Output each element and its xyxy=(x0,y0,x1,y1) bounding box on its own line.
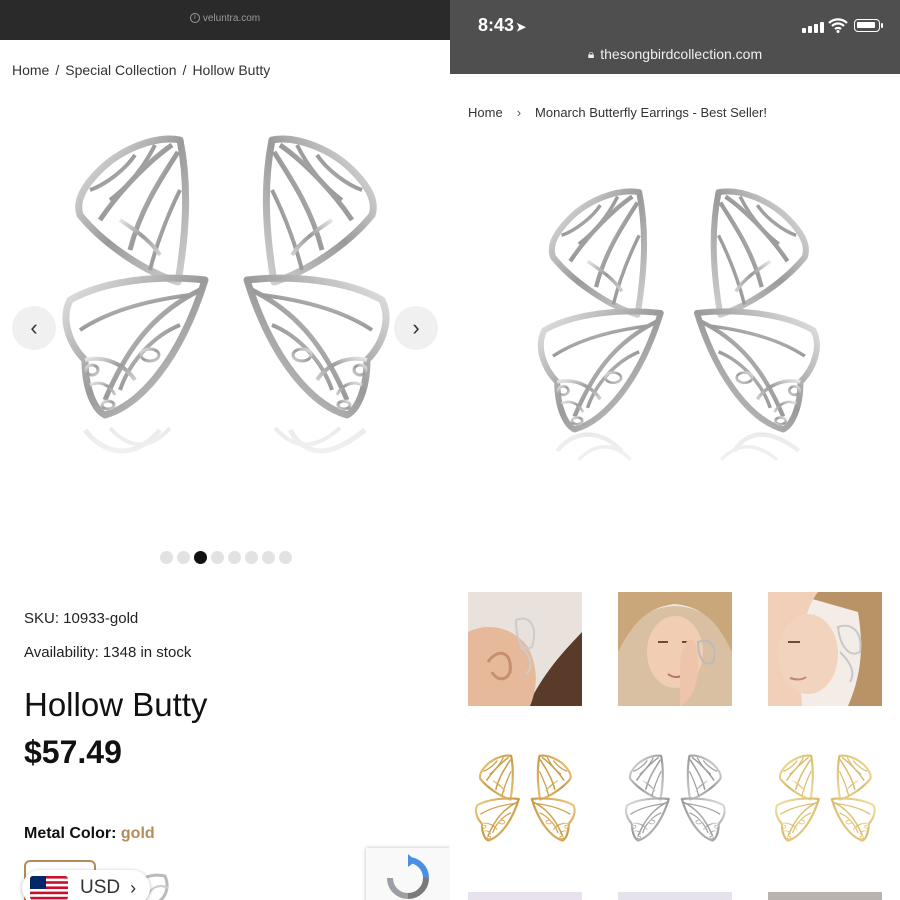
carousel-dot[interactable] xyxy=(279,551,292,564)
address-bar[interactable]: i veluntra.com xyxy=(0,0,450,40)
metal-color-prefix: Metal Color: xyxy=(24,825,117,842)
wifi-icon xyxy=(828,18,848,33)
status-bar: 8:43 ➤ xyxy=(450,0,900,40)
address-bar[interactable]: 🔒︎ thesongbirdcollection.com xyxy=(450,40,900,74)
currency-code: USD xyxy=(80,877,121,898)
thumb-row3-2[interactable] xyxy=(618,892,732,900)
breadcrumb-current: Monarch Butterfly Earrings - Best Seller… xyxy=(535,105,767,120)
address-url: veluntra.com xyxy=(202,12,261,24)
breadcrumb: Home / Special Collection / Hollow Butty xyxy=(12,62,274,78)
carousel-dot[interactable] xyxy=(262,551,275,564)
thumb-gold-light-earrings[interactable] xyxy=(768,742,882,856)
carousel-next-button[interactable]: › xyxy=(394,306,438,350)
breadcrumb-separator: › xyxy=(516,105,522,120)
breadcrumb-home[interactable]: Home xyxy=(468,105,503,120)
lock-icon: 🔒︎ xyxy=(587,46,595,61)
chevron-left-icon: ‹ xyxy=(30,315,38,340)
currency-selector[interactable]: USD › xyxy=(22,870,150,900)
product-image[interactable] xyxy=(508,175,848,520)
location-arrow-icon: ➤ xyxy=(516,20,527,34)
breadcrumb: Home › Monarch Butterfly Earrings - Best S… xyxy=(468,105,767,120)
thumb-model-hand-face[interactable] xyxy=(618,592,732,706)
us-flag-icon xyxy=(30,876,68,900)
metal-color-label: Metal Color: gold xyxy=(24,825,155,843)
carousel-dot[interactable] xyxy=(177,551,190,564)
chevron-right-icon: › xyxy=(412,315,420,340)
battery-icon xyxy=(854,19,883,32)
address-url: thesongbirdcollection.com xyxy=(600,46,763,62)
thumb-model-profile[interactable] xyxy=(768,592,882,706)
carousel-dot[interactable] xyxy=(228,551,241,564)
info-icon: i xyxy=(189,13,200,23)
right-phone-pane: 8:43 ➤ 🔒︎ thesongbirdcollection.com Home ›… xyxy=(450,0,900,900)
thumb-row3-1[interactable] xyxy=(468,892,582,900)
carousel-dot[interactable] xyxy=(160,551,173,564)
chevron-right-icon: › xyxy=(130,877,137,898)
breadcrumb-home[interactable]: Home xyxy=(12,62,49,78)
recaptcha-icon xyxy=(387,854,429,899)
breadcrumb-special-collection[interactable]: Special Collection xyxy=(65,62,176,78)
status-time: 8:43 xyxy=(478,15,515,35)
thumb-gold-earrings[interactable] xyxy=(468,742,582,856)
thumb-row3-3[interactable] xyxy=(768,892,882,900)
carousel-dots xyxy=(160,551,292,564)
breadcrumb-separator: / xyxy=(55,62,60,78)
product-price: $57.49 xyxy=(24,734,122,770)
status-time-wrap: 8:43 ➤ xyxy=(478,15,526,36)
metal-color-value: gold xyxy=(120,825,155,842)
breadcrumb-current: Hollow Butty xyxy=(192,62,271,78)
thumb-silver-earrings[interactable] xyxy=(618,742,732,856)
carousel-dot[interactable] xyxy=(245,551,258,564)
carousel-prev-button[interactable]: ‹ xyxy=(12,306,56,350)
carousel-dot[interactable] xyxy=(211,551,224,564)
recaptcha-badge[interactable] xyxy=(366,848,450,900)
left-browser-pane: i veluntra.com Home / Special Collection / H… xyxy=(0,0,450,900)
product-availability: Availability: 1348 in stock xyxy=(24,644,192,661)
product-image[interactable] xyxy=(40,120,410,520)
thumb-model-ear-closeup[interactable] xyxy=(468,592,582,706)
product-sku: SKU: 10933-gold xyxy=(24,610,139,627)
product-title: Hollow Butty xyxy=(24,686,208,723)
breadcrumb-separator: / xyxy=(182,62,187,78)
carousel-dot[interactable] xyxy=(194,551,207,564)
cell-signal-icon xyxy=(802,22,824,33)
